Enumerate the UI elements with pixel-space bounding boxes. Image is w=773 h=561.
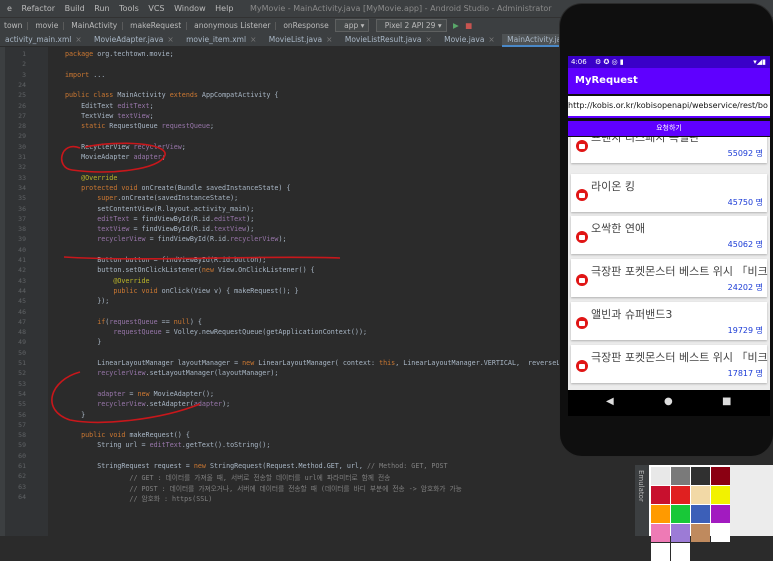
- movie-title: 프렌치 디스패치 특별판: [591, 137, 700, 144]
- color-swatch[interactable]: [691, 524, 710, 542]
- youtube-icon: [576, 274, 588, 286]
- youtube-icon: [576, 140, 588, 152]
- battery-icon: ▾◢▮: [753, 58, 766, 66]
- list-item[interactable]: 극장판 포켓몬스터 베스트 위시 「비크 17817 명: [571, 345, 768, 383]
- color-swatch[interactable]: [691, 486, 710, 504]
- red-annotation-scribbles: [51, 142, 341, 424]
- movie-audience: 24202 명: [727, 283, 763, 292]
- color-swatch[interactable]: [711, 505, 730, 523]
- youtube-icon: [576, 231, 588, 243]
- list-item[interactable]: 프렌치 디스패치 특별판 55092 명: [571, 137, 767, 163]
- emulator-side-tab[interactable]: Emulator: [635, 465, 649, 536]
- color-palette: [649, 465, 730, 561]
- movie-audience: 45062 명: [727, 240, 763, 249]
- scribble-findviewbyid-underline: [63, 256, 341, 260]
- right-panel: [730, 465, 773, 536]
- status-icons: ⚙ ✪ ◎ ▮: [594, 58, 624, 66]
- color-swatch[interactable]: [651, 486, 670, 504]
- color-swatch[interactable]: [691, 505, 710, 523]
- list-item[interactable]: 앨빈과 슈퍼밴드3 19729 명: [571, 302, 767, 340]
- color-swatch[interactable]: [671, 486, 690, 504]
- color-swatch[interactable]: [651, 543, 670, 561]
- movie-title: 오싹한 연애: [591, 222, 646, 235]
- scribble-recyclerview-fields: [60, 142, 166, 173]
- color-swatch[interactable]: [671, 467, 690, 485]
- url-input[interactable]: http://kobis.or.kr/kobisopenapi/webservi…: [568, 96, 770, 118]
- app-title: MyRequest: [575, 75, 638, 86]
- color-swatch[interactable]: [651, 505, 670, 523]
- android-nav-bar: ◀ ● ■: [568, 390, 770, 416]
- home-icon[interactable]: ●: [664, 396, 673, 407]
- color-swatch[interactable]: [671, 543, 690, 561]
- color-swatch[interactable]: [711, 524, 730, 542]
- movie-title: 극장판 포켓몬스터 베스트 위시 「비크: [591, 351, 768, 364]
- movie-title: 극장판 포켓몬스터 베스트 위시 「비크: [591, 265, 768, 278]
- color-swatch[interactable]: [651, 524, 670, 542]
- color-swatch[interactable]: [711, 486, 730, 504]
- color-swatch[interactable]: [691, 467, 710, 485]
- scribble-layoutmanager: [51, 371, 201, 424]
- list-item[interactable]: 라이온 킹 45750 명: [571, 174, 767, 212]
- status-time: 4:06: [571, 58, 587, 66]
- movie-audience: 45750 명: [727, 198, 763, 207]
- app-bar: MyRequest: [568, 68, 770, 94]
- movie-list[interactable]: 프렌치 디스패치 특별판 55092 명 라이온 킹 45750 명 오싹한 연…: [568, 137, 770, 390]
- color-swatch[interactable]: [651, 467, 670, 485]
- side-tab-label: Emulator: [637, 470, 645, 502]
- movie-title: 앨빈과 슈퍼밴드3: [591, 308, 673, 321]
- color-swatch[interactable]: [671, 505, 690, 523]
- youtube-icon: [576, 189, 588, 201]
- request-button[interactable]: 요청하기: [568, 121, 770, 136]
- list-item[interactable]: 오싹한 연애 45062 명: [571, 216, 767, 254]
- movie-title: 라이온 킹: [591, 180, 635, 193]
- back-icon[interactable]: ◀: [606, 396, 614, 407]
- recents-icon[interactable]: ■: [722, 396, 731, 407]
- color-swatch[interactable]: [671, 524, 690, 542]
- youtube-icon: [576, 360, 588, 372]
- movie-audience: 19729 명: [727, 326, 763, 335]
- movie-audience: 17817 명: [727, 369, 763, 378]
- youtube-icon: [576, 317, 588, 329]
- android-status-bar: 4:06 ⚙ ✪ ◎ ▮ ▾◢▮: [568, 56, 770, 68]
- list-item[interactable]: 극장판 포켓몬스터 베스트 위시 「비크 24202 명: [571, 259, 768, 297]
- movie-audience: 55092 명: [727, 149, 763, 158]
- color-swatch[interactable]: [711, 467, 730, 485]
